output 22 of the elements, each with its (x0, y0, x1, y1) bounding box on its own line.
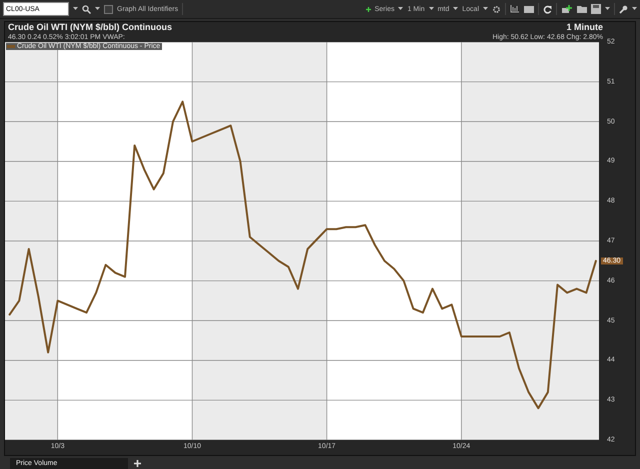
search-icon[interactable] (82, 4, 91, 14)
save-icon[interactable] (591, 4, 601, 14)
settings-icon[interactable] (492, 4, 501, 14)
caret-icon[interactable] (453, 7, 458, 11)
caret-icon[interactable] (483, 7, 488, 11)
caret-icon[interactable] (605, 7, 610, 11)
refresh-icon[interactable] (543, 4, 552, 14)
plus-icon[interactable] (366, 6, 371, 12)
add-tab-icon[interactable] (134, 460, 141, 467)
caret-icon[interactable] (95, 7, 100, 11)
caret-icon[interactable] (398, 7, 404, 11)
frequency-label: 1 Minute (566, 22, 603, 33)
caret-icon[interactable] (632, 7, 637, 11)
checkbox[interactable] (104, 4, 113, 14)
rectangle-icon[interactable] (524, 6, 534, 12)
chart-title: Crude Oil WTI (NYM $/bbl) Continuous (8, 22, 172, 33)
caret-icon[interactable] (428, 7, 434, 11)
bar-chart-icon[interactable] (510, 5, 520, 13)
folder-icon[interactable] (577, 5, 587, 13)
add-icon[interactable] (561, 4, 573, 14)
caret-icon[interactable] (73, 7, 78, 11)
legend-swatch-icon (7, 45, 15, 48)
